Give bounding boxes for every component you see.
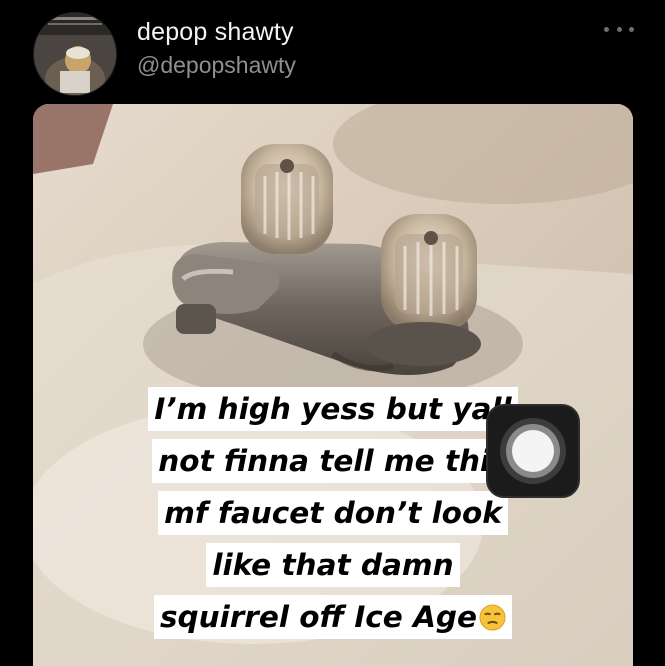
author-name[interactable]: depop shawty (137, 18, 294, 47)
caption-line-4: like that damn (206, 543, 460, 587)
caption-line-5-wrap: squirrel off Ice Age (153, 595, 513, 639)
caption-line-3: mf faucet don’t look (158, 491, 508, 535)
more-horizontal-icon[interactable] (604, 22, 634, 36)
avatar[interactable] (33, 12, 117, 96)
post-header: depop shawty @depopshawty (0, 0, 665, 104)
author-handle[interactable]: @depopshawty (137, 52, 296, 79)
assistive-touch-icon[interactable] (486, 404, 580, 498)
unamused-face-emoji (479, 603, 506, 631)
post-image[interactable]: I’m high yess but yall not finna tell me… (33, 104, 633, 666)
caption-line-5: squirrel off Ice Age (159, 600, 478, 634)
caption-line-1: I’m high yess but yall (148, 387, 518, 431)
caption-line-2: not finna tell me this (152, 439, 514, 483)
